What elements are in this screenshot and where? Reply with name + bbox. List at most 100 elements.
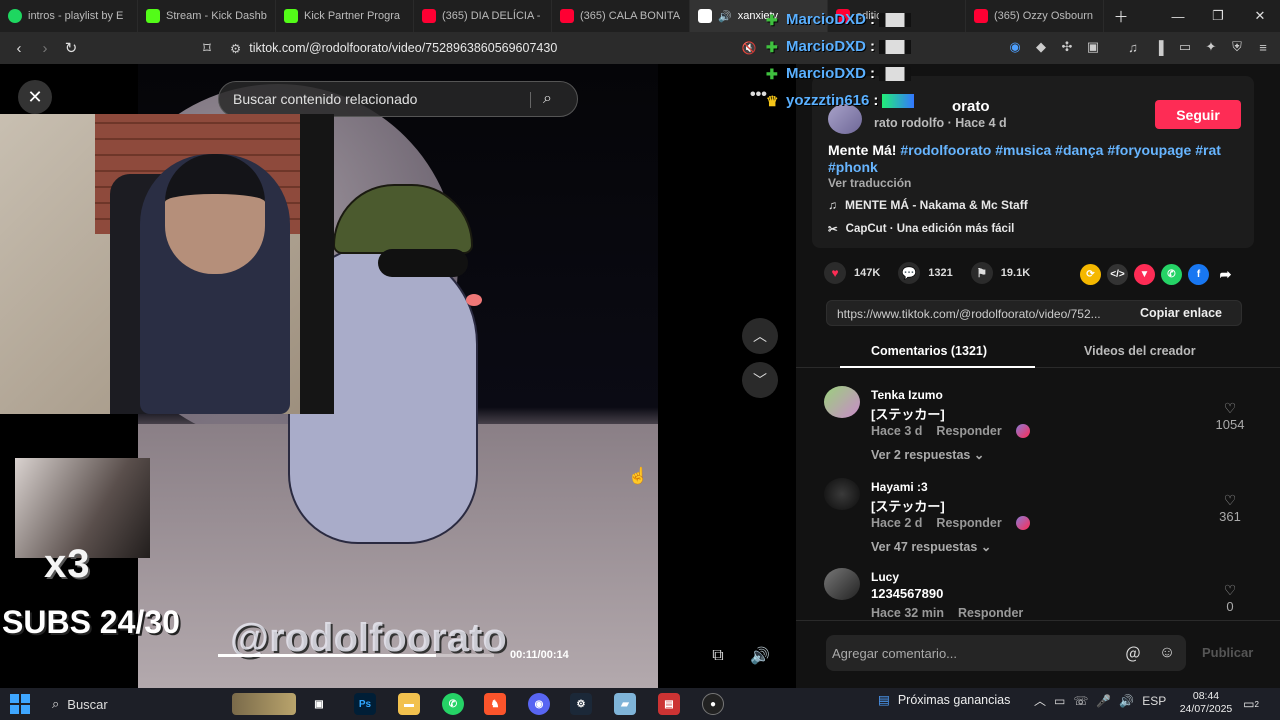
music-link[interactable]: ♫ MENTE MÁ - Nakama & Mc Staff xyxy=(828,198,1028,212)
publish-button[interactable]: Publicar xyxy=(1202,645,1253,660)
capcut-link[interactable]: ✂ CapCut · Una edición más fácil xyxy=(828,222,1014,236)
winrar-icon[interactable]: ▤ xyxy=(658,693,680,715)
task-view-icon[interactable]: ▣ xyxy=(308,693,330,715)
comment-like[interactable]: ♡ 1054 xyxy=(1212,400,1248,432)
obs-icon[interactable]: ● xyxy=(702,693,724,715)
menu-icon[interactable]: ≡ xyxy=(1254,38,1272,56)
screenshot-icon[interactable]: ▣ xyxy=(1084,38,1102,56)
display-icon[interactable]: ▭ xyxy=(1054,694,1065,708)
commenter-name[interactable]: Tenka Izumo xyxy=(871,388,943,402)
commenter-avatar[interactable] xyxy=(824,478,860,510)
app-icon[interactable]: ▰ xyxy=(614,693,636,715)
share-link-text[interactable]: https://www.tiktok.com/@rodolfoorato/vid… xyxy=(837,307,1137,321)
language-indicator[interactable]: ESP xyxy=(1142,694,1166,708)
embed-icon[interactable]: </> xyxy=(1107,264,1128,285)
hashtag-link[interactable]: #rat xyxy=(1195,142,1221,158)
see-translation-link[interactable]: Ver traducción xyxy=(828,176,911,190)
comment-like[interactable]: ♡ 361 xyxy=(1212,492,1248,524)
minimize-button[interactable]: — xyxy=(1158,0,1198,32)
leo-icon[interactable]: ✦ xyxy=(1202,38,1220,56)
emoji-icon[interactable]: ☺ xyxy=(1156,642,1178,664)
tab-comments[interactable]: Comentarios (1321) xyxy=(871,344,987,358)
restore-button[interactable]: ❐ xyxy=(1198,0,1238,32)
phone-icon[interactable]: ☏ xyxy=(1073,694,1088,708)
commenter-avatar[interactable] xyxy=(824,386,860,418)
hashtag-link[interactable]: #phonk xyxy=(828,159,878,175)
comment-input[interactable]: Agregar comentario... ＠ ☺ xyxy=(826,635,1186,671)
reply-button[interactable]: Responder xyxy=(958,606,1023,620)
hashtag-link[interactable]: #musica xyxy=(995,142,1051,158)
vpn-icon[interactable]: ⛨ xyxy=(1228,38,1246,56)
tab-creator-videos[interactable]: Videos del creador xyxy=(1084,344,1196,358)
view-replies-button[interactable]: Ver 2 respuestas ⌄ xyxy=(871,447,984,462)
discord-icon[interactable]: ◉ xyxy=(528,693,550,715)
close-video-button[interactable]: ✕ xyxy=(18,80,52,114)
comment-icon[interactable]: 💬 xyxy=(898,262,921,284)
audio-icon[interactable]: ◉ xyxy=(1006,38,1024,56)
tab-spotify[interactable]: intros - playlist by E xyxy=(0,0,138,32)
related-search-input[interactable]: Buscar contenido relacionado ⌕ xyxy=(218,81,578,117)
tab-youtube-cala[interactable]: (365) CALA BONITA xyxy=(552,0,690,32)
extension-icon[interactable]: ◆ xyxy=(1032,38,1050,56)
wallet-icon[interactable]: ▭ xyxy=(1176,38,1194,56)
repost-icon[interactable]: ⟳ xyxy=(1080,264,1101,285)
photoshop-icon[interactable]: Ps xyxy=(354,693,376,715)
forward-button[interactable]: › xyxy=(32,35,58,61)
view-replies-button[interactable]: Ver 47 respuestas ⌄ xyxy=(871,539,991,554)
chevron-up-icon[interactable]: ︿ xyxy=(1034,692,1046,709)
comment-like[interactable]: ♡ 0 xyxy=(1212,582,1248,614)
mute-site-icon[interactable]: 🔇 xyxy=(736,35,762,61)
next-video-button[interactable]: ﹀ xyxy=(742,362,778,398)
taskbar-search[interactable]: ⌕ Buscar xyxy=(42,691,212,717)
commenter-name[interactable]: Lucy xyxy=(871,570,899,584)
facebook-icon[interactable]: f xyxy=(1188,264,1209,285)
reply-button[interactable]: Responder xyxy=(936,516,1001,530)
hashtag-link[interactable]: #foryoupage xyxy=(1107,142,1191,158)
tab-youtube-dia[interactable]: (365) DIA DELÍCIA - xyxy=(414,0,552,32)
steam-icon[interactable]: ⚙ xyxy=(570,693,592,715)
commenter-avatar[interactable] xyxy=(824,568,860,600)
new-tab-button[interactable]: ＋ xyxy=(1108,3,1134,29)
close-window-button[interactable]: ✕ xyxy=(1240,0,1280,32)
bookmark-icon[interactable]: ⚑ xyxy=(970,262,993,284)
pip-icon[interactable]: ⧉ xyxy=(704,642,732,670)
share-arrow-icon[interactable]: ➦ xyxy=(1215,264,1236,285)
likes-count: 147K xyxy=(854,267,881,279)
site-settings-icon[interactable]: ⚙ xyxy=(230,41,241,56)
taskbar-clock[interactable]: 08:44 24/07/2025 xyxy=(1176,690,1236,716)
copy-link-button[interactable]: Copiar enlace xyxy=(1121,301,1241,325)
follow-button[interactable]: Seguir xyxy=(1155,100,1241,129)
music-icon[interactable]: ♫ xyxy=(1124,38,1142,56)
search-highlight-icon[interactable] xyxy=(232,693,296,715)
hashtag-link[interactable]: #rodolfoorato xyxy=(900,142,991,158)
notification-button[interactable]: ▭ 2 xyxy=(1240,694,1262,714)
commenter-name[interactable]: Hayami :3 xyxy=(871,480,928,494)
mention-icon[interactable]: ＠ xyxy=(1122,642,1144,664)
microphone-icon[interactable]: 🎤 xyxy=(1096,694,1111,708)
search-icon[interactable]: ⌕ xyxy=(543,90,563,110)
file-explorer-icon[interactable]: ▬ xyxy=(398,693,420,715)
tab-youtube-ozzy[interactable]: (365) Ozzy Osbourn xyxy=(966,0,1104,32)
comment-like-count: 361 xyxy=(1219,509,1241,524)
reply-button[interactable]: Responder xyxy=(936,424,1001,438)
earnings-widget[interactable]: ▤ Próximas ganancias xyxy=(878,692,1010,708)
volume-icon[interactable]: 🔊 xyxy=(1119,694,1134,708)
puzzle-icon[interactable]: ✣ xyxy=(1058,38,1076,56)
tab-kick-partner[interactable]: Kick Partner Progra xyxy=(276,0,414,32)
reload-button[interactable]: ↻ xyxy=(58,35,84,61)
video-progress-bar[interactable] xyxy=(218,654,494,657)
heart-icon[interactable]: ♥ xyxy=(824,262,846,284)
url-field[interactable]: ⚙ tiktok.com/@rodolfoorato/video/7528963… xyxy=(230,38,730,58)
tab-kick-stream[interactable]: Stream - Kick Dashb xyxy=(138,0,276,32)
brave-icon[interactable]: ♞ xyxy=(484,693,506,715)
send-icon[interactable]: ▼ xyxy=(1134,264,1155,285)
whatsapp-icon[interactable]: ✆ xyxy=(442,693,464,715)
whatsapp-icon[interactable]: ✆ xyxy=(1161,264,1182,285)
bookmark-icon[interactable]: ⌑ xyxy=(194,35,220,61)
back-button[interactable]: ‹ xyxy=(6,35,32,61)
previous-video-button[interactable]: ︿ xyxy=(742,318,778,354)
volume-icon[interactable]: 🔊 xyxy=(746,642,774,670)
sidebar-icon[interactable]: ▐ xyxy=(1150,38,1168,56)
hashtag-link[interactable]: #dança xyxy=(1055,142,1103,158)
windows-start-icon[interactable] xyxy=(10,694,30,714)
